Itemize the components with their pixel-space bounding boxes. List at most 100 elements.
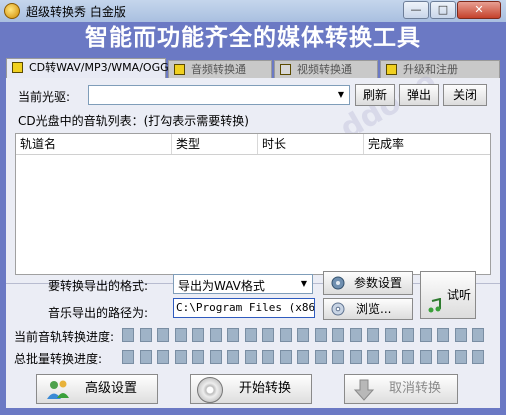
tab-audio-convert[interactable]: 音频转换通 <box>168 60 272 78</box>
tab-strip: CD转WAV/MP3/WMA/OGG 音频转换通 视频转换通 升级和注册 <box>6 58 500 78</box>
note-icon <box>174 64 185 75</box>
column-track-name[interactable]: 轨道名 <box>16 134 172 154</box>
progress-segment <box>437 328 449 342</box>
progress-segment <box>384 350 397 364</box>
progress-segment <box>139 328 152 342</box>
progress-segment <box>262 350 274 364</box>
tab-video-convert[interactable]: 视频转换通 <box>274 60 378 78</box>
preview-label: 试听 <box>447 288 472 302</box>
progress-segment <box>314 328 327 342</box>
tracklist-caption: CD光盘中的音轨列表：(打勾表示需要转换) <box>18 114 249 128</box>
format-select[interactable]: 导出为WAV格式 ▼ <box>173 274 313 294</box>
cd-convert-panel: ddooo ddooo ddooo 当前光驱: ▼ 刷新 弹出 关闭 CD光盘中… <box>6 64 500 408</box>
progress-segment <box>122 350 134 364</box>
minimize-button[interactable]: — <box>403 1 429 19</box>
drive-select[interactable]: ▼ <box>88 85 350 105</box>
note-icon <box>12 62 23 73</box>
close-button[interactable]: ✕ <box>457 1 501 19</box>
eject-button[interactable]: 弹出 <box>399 84 439 106</box>
maximize-button[interactable]: □ <box>430 1 456 19</box>
preview-button[interactable]: 试听 <box>420 271 476 319</box>
progress-segment <box>227 350 239 364</box>
window-title: 超级转换秀 白金版 <box>26 5 126 19</box>
progress-segment <box>122 328 134 342</box>
tab-upgrade-register[interactable]: 升级和注册 <box>380 60 500 78</box>
browse-button[interactable]: 浏览... <box>323 298 413 320</box>
close-tray-button[interactable]: 关闭 <box>443 84 487 106</box>
progress-segment <box>454 328 467 342</box>
current-progress-label: 当前音轨转换进度: <box>14 330 115 344</box>
tab-label: 音频转换通 <box>191 63 246 76</box>
progress-segment <box>279 350 292 364</box>
progress-segment <box>367 328 379 342</box>
format-value: 导出为WAV格式 <box>178 279 265 293</box>
progress-segment <box>157 328 169 342</box>
start-convert-button[interactable]: 开始转换 <box>190 374 312 404</box>
path-input[interactable]: C:\Program Files (x86)\ <box>173 298 315 318</box>
path-label: 音乐导出的路径为: <box>48 306 149 320</box>
progress-segment <box>192 328 204 342</box>
drive-label: 当前光驱: <box>18 90 71 104</box>
progress-segment <box>454 350 467 364</box>
progress-segment <box>209 350 222 364</box>
progress-segment <box>367 350 379 364</box>
progress-segment <box>419 328 432 342</box>
users-icon <box>45 378 71 402</box>
current-progress-bar <box>122 328 492 343</box>
progress-segment <box>244 350 257 364</box>
progress-segment <box>297 328 309 342</box>
browse-label: 浏览... <box>356 302 392 316</box>
progress-segment <box>279 328 292 342</box>
refresh-button[interactable]: 刷新 <box>355 84 395 106</box>
progress-segment <box>314 350 327 364</box>
progress-segment <box>349 350 362 364</box>
progress-segment <box>209 328 222 342</box>
format-label: 要转换导出的格式: <box>48 279 149 293</box>
progress-segment <box>157 350 169 364</box>
params-button[interactable]: 参数设置 <box>323 271 413 295</box>
progress-segment <box>174 350 187 364</box>
app-icon <box>4 3 20 19</box>
cancel-convert-button[interactable]: 取消转换 <box>344 374 458 404</box>
cancel-convert-label: 取消转换 <box>389 381 442 396</box>
app-banner: 智能而功能齐全的媒体转换工具 <box>0 22 506 54</box>
chevron-down-icon: ▼ <box>337 90 345 99</box>
column-completion[interactable]: 完成率 <box>364 134 490 154</box>
progress-segment <box>472 350 484 364</box>
advanced-settings-label: 高级设置 <box>85 381 138 396</box>
tab-label: 视频转换通 <box>297 63 352 76</box>
progress-segment <box>332 328 344 342</box>
folder-icon <box>386 64 397 75</box>
arrow-down-icon <box>353 378 375 402</box>
disc-icon <box>330 301 346 317</box>
chevron-down-icon: ▼ <box>300 279 308 288</box>
total-progress-label: 总批量转换进度: <box>14 352 103 366</box>
start-convert-label: 开始转换 <box>239 381 292 396</box>
cd-icon <box>197 377 223 403</box>
track-list[interactable]: 轨道名 类型 时长 完成率 <box>15 133 491 275</box>
advanced-settings-button[interactable]: 高级设置 <box>36 374 158 404</box>
progress-segment <box>244 328 257 342</box>
tab-label: CD转WAV/MP3/WMA/OGG <box>29 61 169 74</box>
column-duration[interactable]: 时长 <box>258 134 364 154</box>
progress-segment <box>402 328 414 342</box>
tab-label: 升级和注册 <box>403 63 458 76</box>
progress-segment <box>192 350 204 364</box>
progress-segment <box>174 328 187 342</box>
progress-segment <box>402 350 414 364</box>
title-bar[interactable]: 超级转换秀 白金版 — □ ✕ <box>0 0 506 22</box>
total-progress-bar <box>122 350 492 365</box>
music-note-icon <box>427 287 443 313</box>
gear-icon <box>330 275 346 291</box>
progress-segment <box>472 328 484 342</box>
progress-segment <box>227 328 239 342</box>
track-list-header: 轨道名 类型 时长 完成率 <box>16 134 490 155</box>
progress-segment <box>384 328 397 342</box>
params-label: 参数设置 <box>354 276 403 290</box>
progress-segment <box>262 328 274 342</box>
progress-segment <box>297 350 309 364</box>
tab-cd-convert[interactable]: CD转WAV/MP3/WMA/OGG <box>6 58 169 78</box>
film-icon <box>280 64 291 75</box>
main-window: 超级转换秀 白金版 — □ ✕ 智能而功能齐全的媒体转换工具 CD转WAV/MP… <box>0 0 506 415</box>
column-type[interactable]: 类型 <box>172 134 258 154</box>
